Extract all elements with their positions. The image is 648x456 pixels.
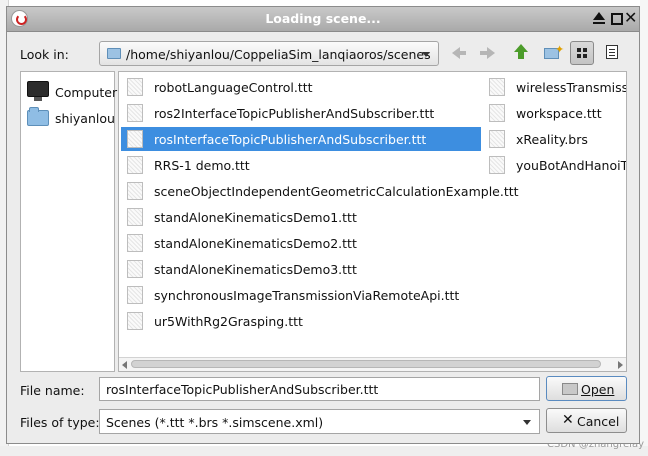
file-type-label: Files of type: xyxy=(20,415,100,430)
list-item[interactable]: standAloneKinematicsDemo3.ttt xyxy=(121,257,481,281)
background-window-edge-right xyxy=(640,0,648,456)
star-icon: ✦ xyxy=(555,43,565,56)
file-icon xyxy=(127,312,143,330)
list-item[interactable]: standAloneKinematicsDemo1.ttt xyxy=(121,205,481,229)
file-icon xyxy=(489,104,505,122)
file-name: wirelessTransmissio xyxy=(516,80,627,95)
file-name: ur5WithRg2Grasping.ttt xyxy=(154,314,303,329)
file-icon xyxy=(127,78,143,96)
list-item[interactable]: standAloneKinematicsDemo2.ttt xyxy=(121,231,481,255)
look-in-combo[interactable]: /home/shiyanlou/CoppeliaSim_lanqiaoros/s… xyxy=(99,41,439,66)
back-button[interactable] xyxy=(447,41,471,65)
scroll-left-icon[interactable] xyxy=(122,361,127,369)
window-title: Loading scene... xyxy=(265,11,381,26)
list-item[interactable]: sceneObjectIndependentGeometricCalculati… xyxy=(121,179,519,203)
folder-icon xyxy=(562,383,578,395)
close-icon: ✕ xyxy=(562,412,574,428)
new-folder-button[interactable]: ✦ xyxy=(541,41,565,65)
scroll-right-icon[interactable] xyxy=(618,361,623,369)
list-item[interactable]: ur5WithRg2Grasping.ttt xyxy=(121,309,481,333)
list-view-button[interactable] xyxy=(570,41,594,65)
list-view-icon xyxy=(577,48,587,58)
file-name-label: File name: xyxy=(20,383,85,398)
computer-icon xyxy=(27,81,49,101)
open-button-label: Open xyxy=(581,382,615,397)
file-name: workspace.ttt xyxy=(516,106,602,121)
horizontal-scrollbar[interactable] xyxy=(119,357,626,371)
sidebar-item-label: shiyanlou xyxy=(55,111,115,126)
forward-arrow-icon xyxy=(480,47,495,59)
file-icon xyxy=(127,130,143,148)
back-arrow-icon xyxy=(452,47,466,59)
look-in-label: Look in: xyxy=(20,47,69,62)
sidebar-item-shiyanlou[interactable]: shiyanlou xyxy=(25,106,115,130)
list-item[interactable]: youBotAndHanoiTow xyxy=(483,153,627,177)
detail-view-button[interactable] xyxy=(601,41,625,65)
list-item-selected[interactable]: rosInterfaceTopicPublisherAndSubscriber.… xyxy=(121,127,481,151)
chevron-down-icon xyxy=(422,52,430,57)
look-in-path: /home/shiyanlou/CoppeliaSim_lanqiaoros/s… xyxy=(126,47,431,62)
file-icon xyxy=(127,208,143,226)
list-item[interactable]: RRS-1 demo.ttt xyxy=(121,153,481,177)
file-icon xyxy=(127,104,143,122)
shade-icon[interactable] xyxy=(592,11,606,25)
file-name: sceneObjectIndependentGeometricCalculati… xyxy=(154,184,519,199)
sidebar-item-label: Computer xyxy=(55,85,118,100)
file-type-value: Scenes (*.ttt *.brs *.simscene.xml) xyxy=(106,415,324,430)
file-name-input[interactable]: rosInterfaceTopicPublisherAndSubscriber.… xyxy=(99,377,540,401)
title-bar[interactable]: Loading scene... ✕ xyxy=(7,7,639,32)
file-icon xyxy=(127,234,143,252)
file-name: synchronousImageTransmissionViaRemoteApi… xyxy=(154,288,460,303)
list-item[interactable]: wirelessTransmissio xyxy=(483,75,627,99)
scrollbar-handle[interactable] xyxy=(131,360,601,368)
file-name: standAloneKinematicsDemo1.ttt xyxy=(154,210,357,225)
file-name: RRS-1 demo.ttt xyxy=(154,158,250,173)
file-name: robotLanguageControl.ttt xyxy=(154,80,313,95)
forward-button[interactable] xyxy=(476,41,500,65)
file-name: xReality.brs xyxy=(516,132,588,147)
list-item[interactable]: robotLanguageControl.ttt xyxy=(121,75,481,99)
cancel-button[interactable]: ✕ Cancel xyxy=(546,408,627,433)
detail-view-icon xyxy=(606,45,618,59)
file-icon xyxy=(489,78,505,96)
list-item[interactable]: ros2InterfaceTopicPublisherAndSubscriber… xyxy=(121,101,481,125)
file-icon xyxy=(127,182,143,200)
list-item[interactable]: xReality.brs xyxy=(483,127,626,151)
file-icon xyxy=(127,286,143,304)
file-icon xyxy=(127,156,143,174)
folder-icon xyxy=(27,107,49,126)
file-icon xyxy=(489,156,505,174)
sidebar: Computer shiyanlou xyxy=(20,71,117,372)
list-item[interactable]: synchronousImageTransmissionViaRemoteApi… xyxy=(121,283,481,307)
file-name: standAloneKinematicsDemo3.ttt xyxy=(154,262,357,277)
file-icon xyxy=(489,130,505,148)
up-arrow-icon xyxy=(514,44,528,59)
maximize-icon[interactable] xyxy=(609,11,623,25)
file-name: youBotAndHanoiTow xyxy=(516,158,627,173)
sidebar-item-computer[interactable]: Computer xyxy=(25,80,117,104)
folder-icon xyxy=(107,48,121,59)
file-icon xyxy=(127,260,143,278)
file-name: ros2InterfaceTopicPublisherAndSubscriber… xyxy=(154,106,435,121)
close-icon[interactable]: ✕ xyxy=(624,10,638,26)
list-item[interactable]: workspace.ttt xyxy=(483,101,626,125)
chevron-down-icon xyxy=(523,420,531,425)
cancel-button-label: Cancel xyxy=(577,414,620,429)
parent-folder-button[interactable] xyxy=(509,41,533,65)
file-list[interactable]: robotLanguageControl.ttt ros2InterfaceTo… xyxy=(118,71,627,372)
file-dialog: Loading scene... ✕ Look in: /home/shiyan… xyxy=(6,6,640,444)
file-name: standAloneKinematicsDemo2.ttt xyxy=(154,236,357,251)
file-name: rosInterfaceTopicPublisherAndSubscriber.… xyxy=(154,132,427,147)
open-button[interactable]: Open xyxy=(546,376,627,401)
file-type-select[interactable]: Scenes (*.ttt *.brs *.simscene.xml) xyxy=(99,409,540,434)
